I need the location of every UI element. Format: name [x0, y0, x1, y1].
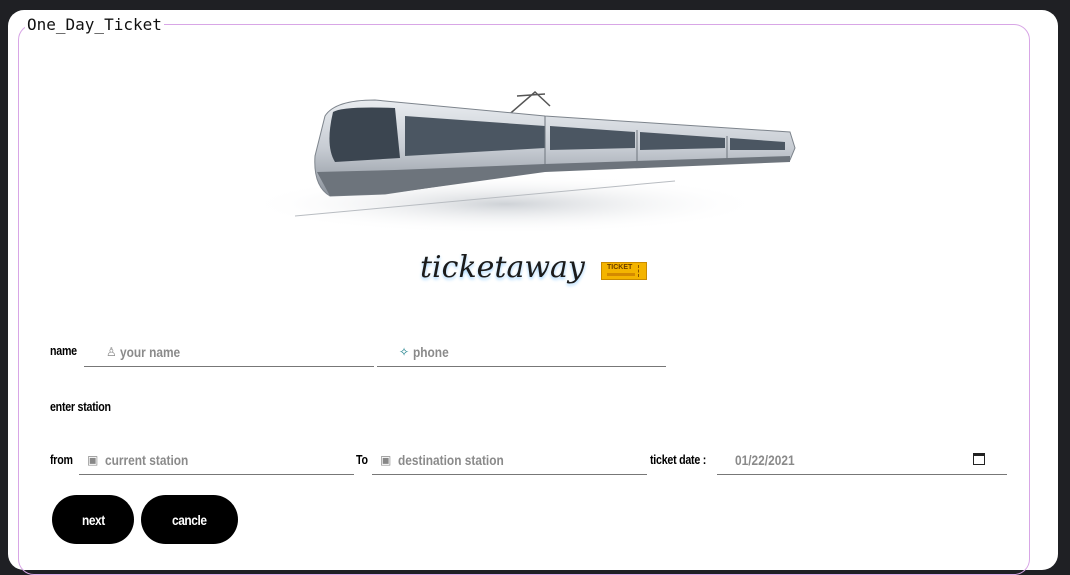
next-button[interactable]: next — [52, 495, 134, 544]
next-button-label: next — [81, 511, 105, 528]
from-placeholder: current station — [105, 452, 189, 468]
person-icon: ♙ — [106, 345, 117, 359]
phone-icon: ✧ — [399, 345, 410, 359]
cancel-button-label: cancle — [172, 511, 207, 528]
train-icon: ▣ — [380, 453, 392, 467]
date-value: 01/22/2021 — [735, 452, 795, 468]
phone-placeholder: phone — [413, 344, 449, 360]
ticket-icon: TICKET — [601, 262, 647, 280]
name-input[interactable]: ♙ your name — [84, 340, 374, 367]
train-icon: ▣ — [87, 453, 99, 467]
to-station-input[interactable]: ▣ destination station — [372, 448, 647, 475]
calendar-icon[interactable] — [973, 453, 985, 465]
phone-input[interactable]: ✧ phone — [377, 340, 666, 367]
fieldset-legend: One_Day_Ticket — [27, 15, 162, 34]
ticket-date-input[interactable]: 01/22/2021 — [717, 448, 1007, 475]
tram-image — [245, 86, 815, 246]
from-label: from — [50, 452, 73, 467]
to-placeholder: destination station — [398, 452, 504, 468]
ticket-date-label: ticket date : — [650, 452, 707, 467]
cancel-button[interactable]: cancle — [141, 495, 238, 544]
to-label: To — [356, 452, 368, 467]
from-station-input[interactable]: ▣ current station — [79, 448, 354, 475]
ticket-badge-text: TICKET — [607, 264, 633, 271]
name-label: name — [50, 343, 77, 358]
enter-station-label: enter station — [50, 399, 111, 414]
brand-logo-text: ticketaway — [420, 250, 585, 285]
name-placeholder: your name — [120, 344, 181, 360]
